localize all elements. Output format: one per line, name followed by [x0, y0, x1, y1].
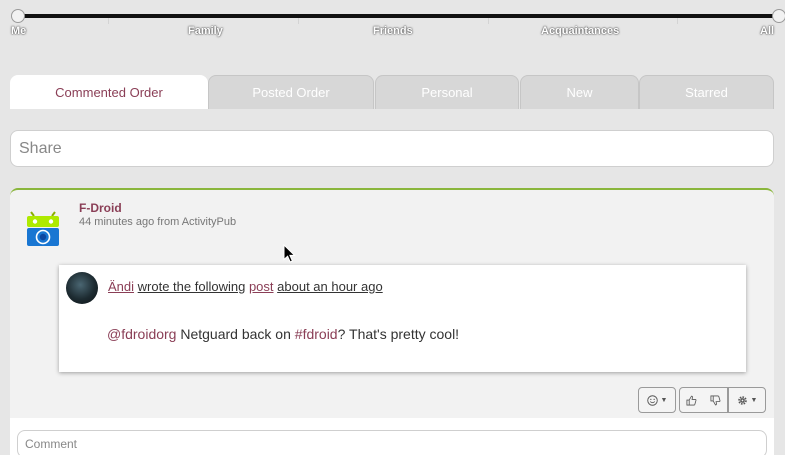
chevron-down-icon: ▼ — [660, 396, 668, 404]
slider-label-friends: Friends — [373, 25, 413, 37]
dislike-button[interactable] — [703, 387, 728, 413]
slider-label-all: All — [760, 25, 775, 37]
slider-label-family: Family — [188, 25, 223, 37]
body-text-end: ? That's pretty cool! — [337, 326, 460, 342]
tab-commented-order[interactable]: Commented Order — [10, 75, 208, 109]
slider-tick — [298, 18, 299, 24]
shared-wrote-text: wrote the following — [137, 279, 246, 294]
slider-label-acquaintances: Acquaintances — [541, 25, 620, 37]
mention-link[interactable]: @fdroidorg — [107, 326, 176, 342]
slider-tick — [108, 18, 109, 24]
like-button[interactable] — [679, 387, 704, 413]
fdroid-avatar[interactable] — [25, 210, 61, 246]
body-text: Netguard back on — [180, 326, 291, 342]
post-item: F-Droid 44 minutes ago from ActivityPub … — [10, 188, 774, 420]
slider-tick — [677, 18, 678, 24]
post-author[interactable]: F-Droid — [79, 201, 122, 215]
tab-new[interactable]: New — [520, 75, 639, 109]
tab-starred[interactable]: Starred — [639, 75, 774, 109]
thumbs-down-icon — [710, 395, 720, 405]
slider-label-me: Me — [11, 25, 27, 37]
slider-handle-left[interactable] — [11, 9, 25, 23]
mouse-cursor-icon — [283, 244, 296, 263]
shared-post-heading: Ändi wrote the following post about an h… — [108, 279, 383, 294]
tab-personal[interactable]: Personal — [375, 75, 519, 109]
thumbs-up-icon — [686, 395, 697, 405]
avatar[interactable] — [66, 272, 98, 304]
slider-tick — [488, 18, 489, 24]
gear-icon — [737, 395, 747, 405]
stream-tabs: Commented Order Posted Order Personal Ne… — [10, 75, 774, 109]
emoji-reaction-button[interactable]: ▼ — [638, 387, 676, 413]
shared-post: Ändi wrote the following post about an h… — [59, 265, 746, 372]
shared-post-body: @fdroidorg Netguard back on #fdroid? Tha… — [107, 326, 459, 342]
post-settings-button[interactable]: ▼ — [728, 387, 766, 413]
comment-input[interactable]: Comment — [17, 430, 767, 455]
slider-handle-right[interactable] — [772, 9, 785, 23]
audience-slider[interactable]: Me Family Friends Acquaintances All — [0, 0, 785, 44]
hashtag-link[interactable]: #fdroid — [295, 326, 338, 342]
shared-author-link[interactable]: Ändi — [108, 279, 134, 294]
chevron-down-icon: ▼ — [750, 396, 758, 404]
slider-track[interactable] — [18, 14, 779, 18]
smiley-icon — [646, 394, 658, 406]
shared-time: about an hour ago — [277, 279, 383, 294]
tab-posted-order[interactable]: Posted Order — [208, 75, 374, 109]
post-meta: 44 minutes ago from ActivityPub — [79, 216, 237, 228]
shared-post-link[interactable]: post — [249, 279, 274, 294]
share-input[interactable]: Share — [10, 130, 774, 167]
